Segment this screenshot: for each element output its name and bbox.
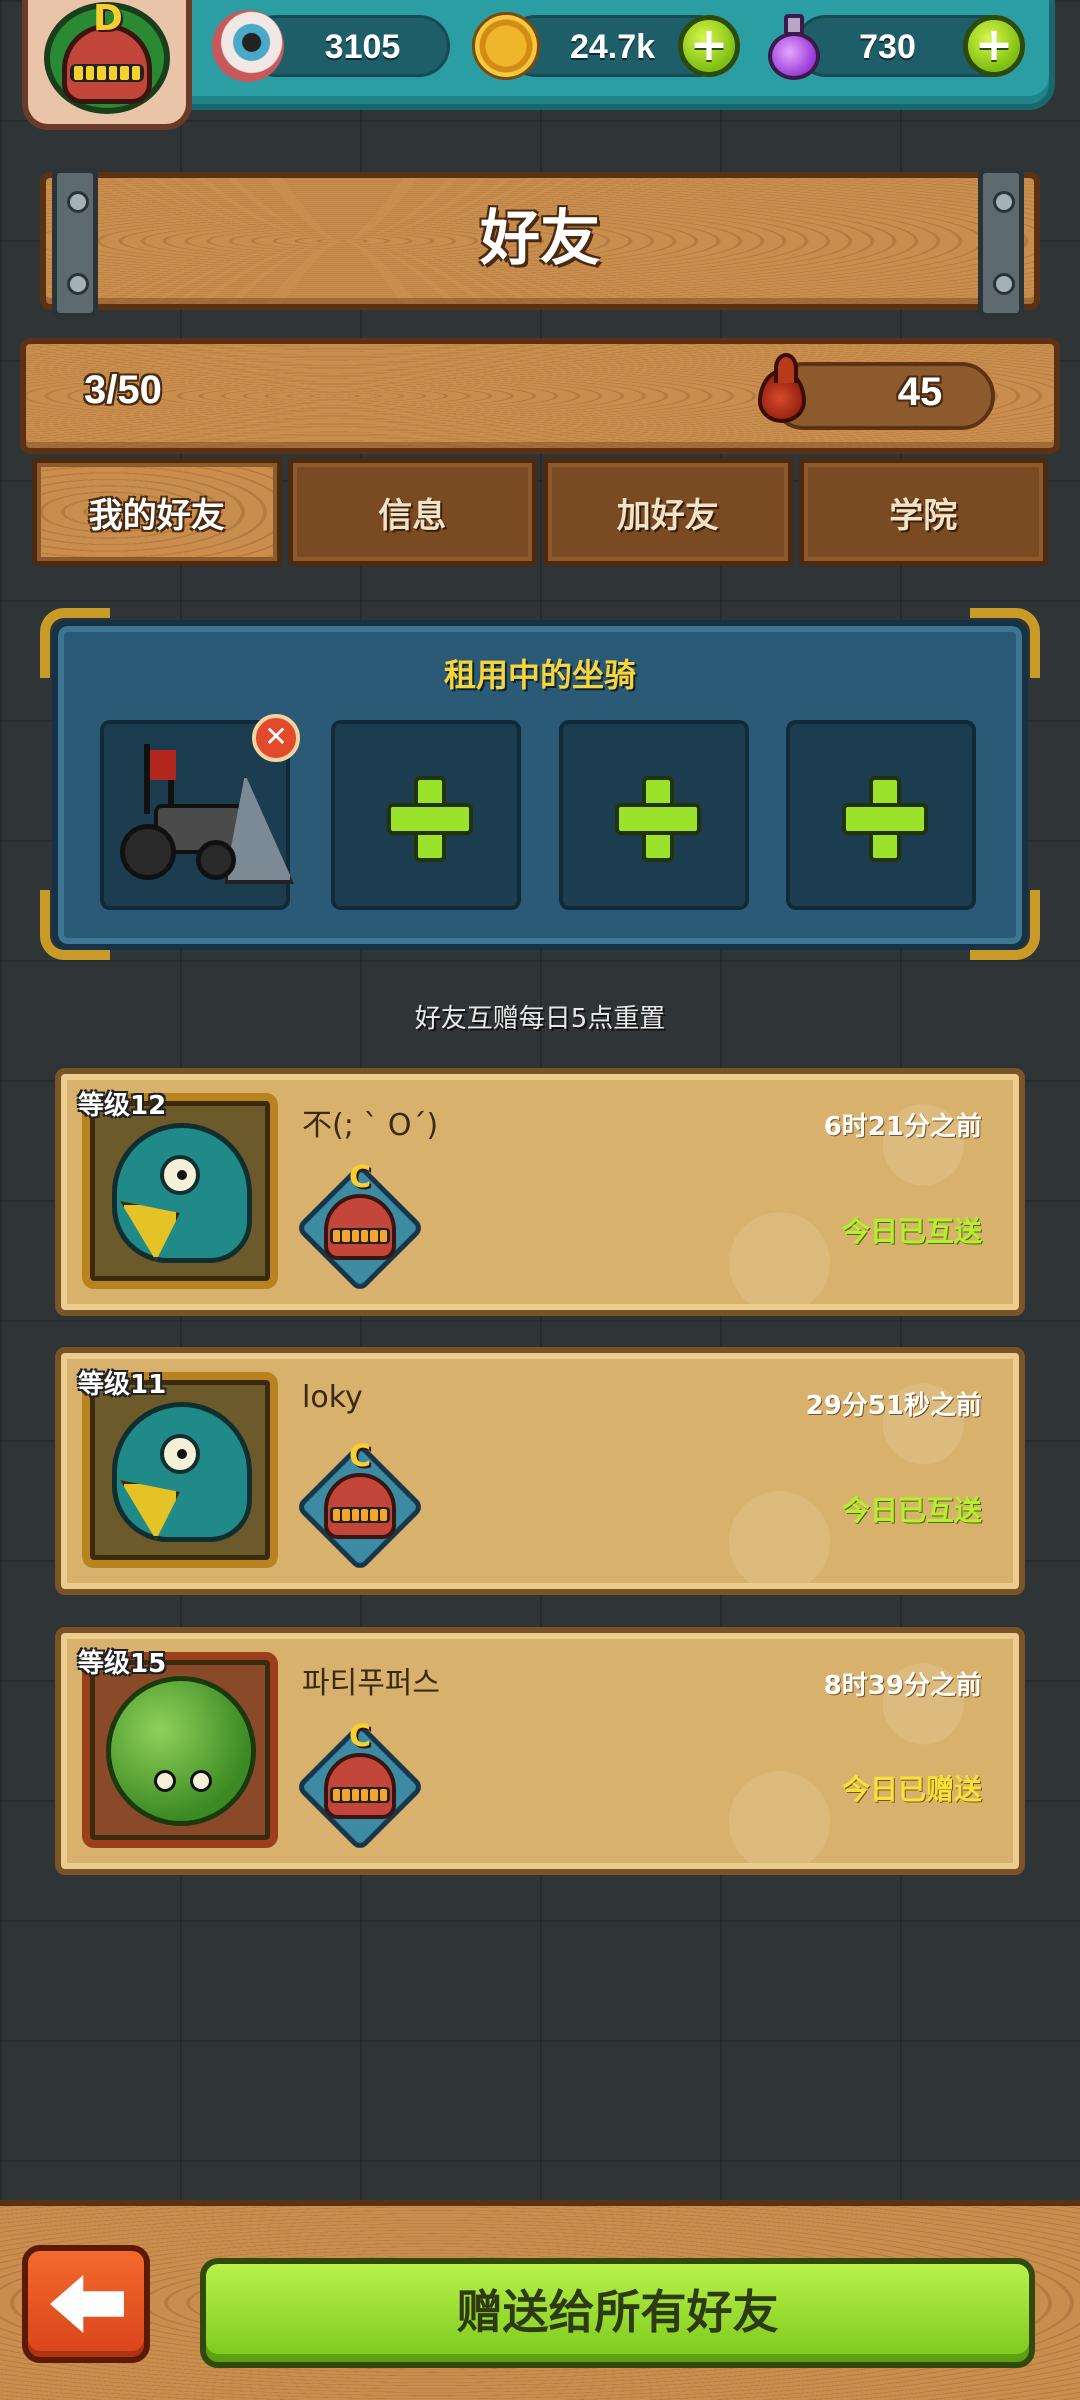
panel-corner [970, 890, 1040, 960]
eyeball-icon [212, 10, 284, 82]
back-arrow-icon [50, 2275, 124, 2333]
friend-name: loky [302, 1380, 363, 1415]
mount-slot-3[interactable] [559, 720, 749, 910]
vehicle-icon [114, 744, 294, 894]
friend-portrait[interactable] [82, 1372, 278, 1568]
friend-grade-badge: C [294, 1439, 426, 1573]
friend-last-seen: 29分51秒之前 [805, 1391, 982, 1421]
blood-count: 45 [897, 370, 943, 414]
tab-add-friend[interactable]: 加好友 [543, 458, 793, 566]
friend-level: 等级15 [78, 1649, 167, 1679]
friend-portrait[interactable] [82, 1093, 278, 1289]
mount-panel-title: 租用中的坐骑 [443, 656, 636, 694]
gift-status: 今日已互送 [841, 1494, 982, 1527]
tab-bar: 我的好友 信息 加好友 学院 [32, 458, 1048, 566]
player-grade: D [93, 0, 123, 39]
tab-my-friends[interactable]: 我的好友 [32, 458, 282, 566]
badge-grade: C [348, 1439, 372, 1474]
friend-portrait[interactable] [82, 1652, 278, 1848]
tab-messages[interactable]: 信息 [287, 458, 537, 566]
gift-status: 今日已赠送 [841, 1773, 982, 1806]
friend-name: 不(; ` O´) [302, 1108, 439, 1143]
mount-slot-2[interactable] [331, 720, 521, 910]
gift-status: 今日已互送 [841, 1215, 982, 1248]
friend-level: 等级11 [78, 1370, 167, 1400]
blood-drop-icon [752, 353, 812, 429]
friend-last-seen: 8时39分之前 [823, 1671, 982, 1701]
reset-notice: 好友互赠每日5点重置 [414, 1004, 666, 1034]
friend-grade-badge: C [294, 1160, 426, 1294]
mount-slot-4[interactable] [786, 720, 976, 910]
plus-icon [387, 776, 473, 862]
badge-grade: C [348, 1719, 372, 1754]
plus-icon [615, 776, 701, 862]
add-coins-button[interactable]: + [678, 15, 740, 77]
friend-last-seen: 6时21分之前 [823, 1112, 982, 1142]
page-title: 好友 [480, 204, 600, 274]
plus-icon [842, 776, 928, 862]
potion-icon [762, 10, 826, 82]
remove-mount-button[interactable]: ✕ [252, 714, 300, 762]
back-button[interactable] [22, 2245, 150, 2363]
add-potions-button[interactable]: + [963, 15, 1025, 77]
avatar-teeth [70, 64, 144, 82]
coin-icon [472, 12, 540, 80]
tab-academy[interactable]: 学院 [798, 458, 1048, 566]
badge-grade: C [348, 1160, 372, 1195]
gift-all-friends-button[interactable]: 赠送给所有好友 [200, 2258, 1035, 2368]
friend-level: 等级12 [78, 1091, 167, 1121]
friend-name: 파티푸퍼스 [302, 1666, 440, 1701]
friend-count: 3/50 [84, 368, 162, 412]
friend-grade-badge: C [294, 1719, 426, 1853]
